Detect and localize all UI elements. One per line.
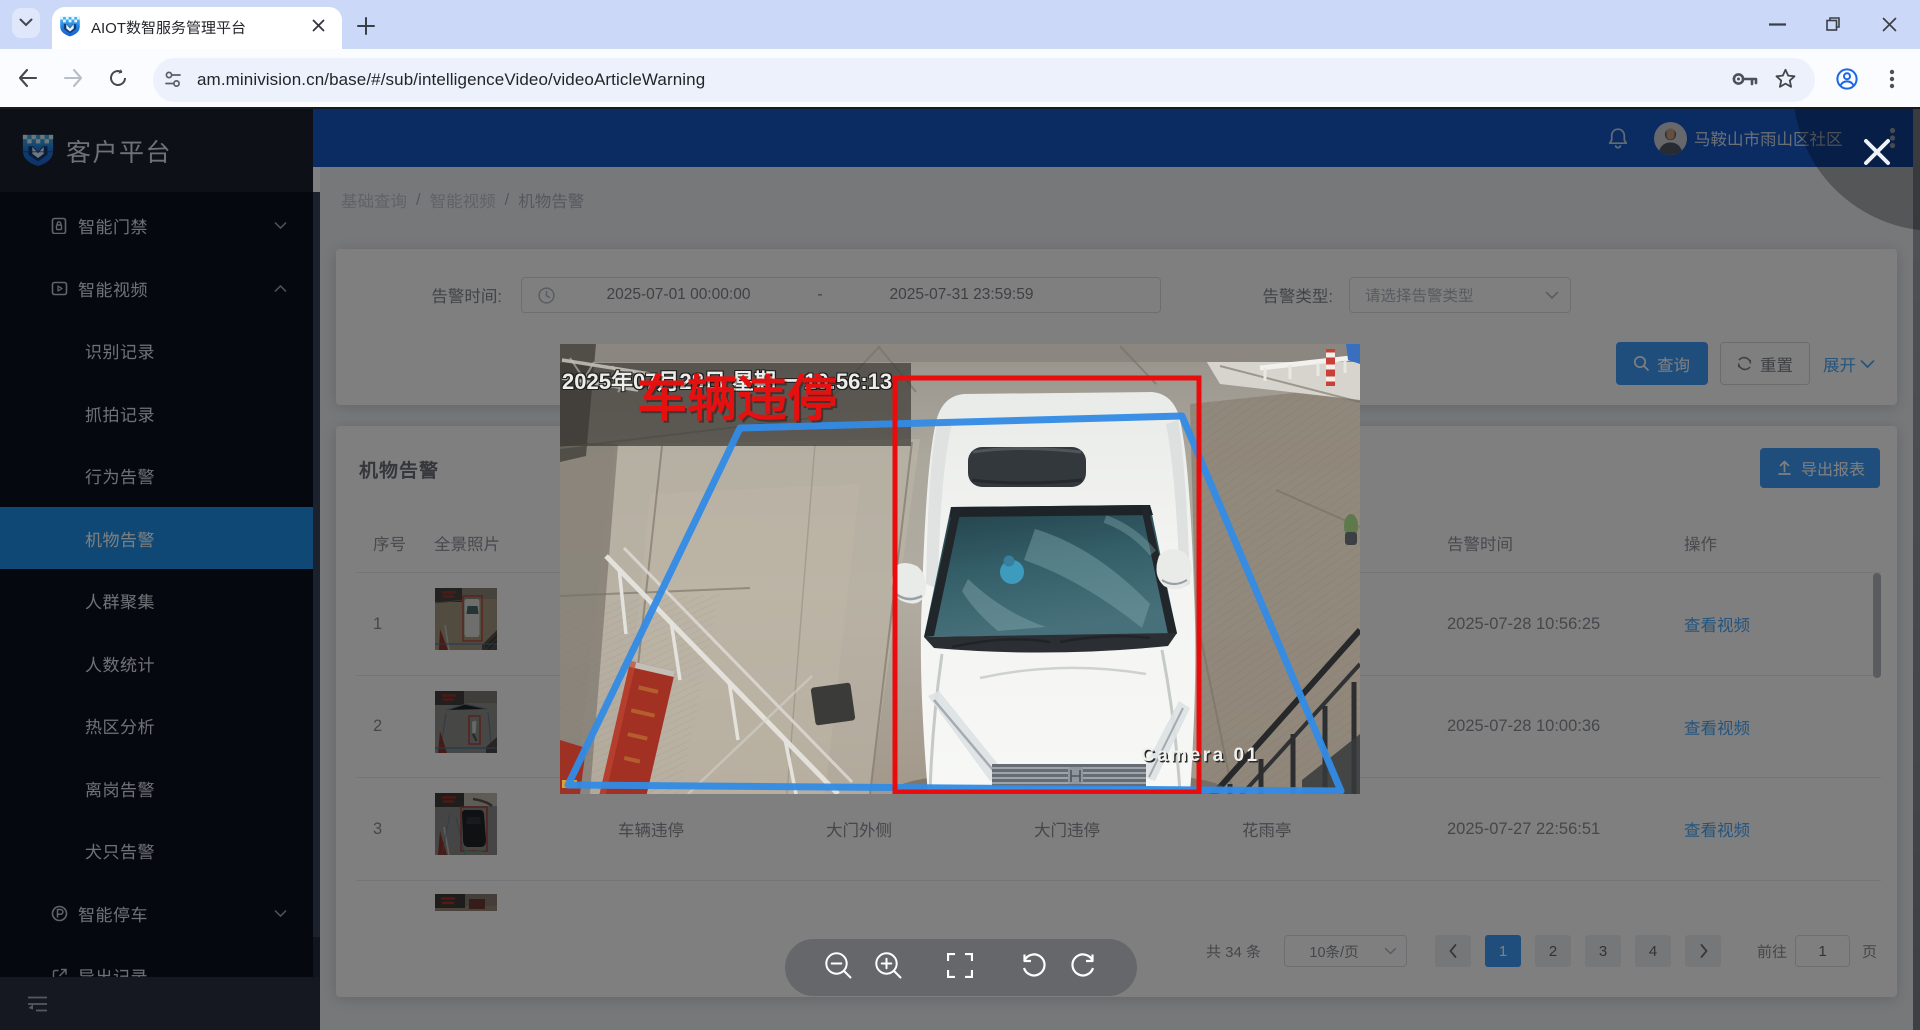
svg-text:车辆违停: 车辆违停 <box>637 371 837 427</box>
svg-text:Camera 01: Camera 01 <box>1141 745 1260 766</box>
